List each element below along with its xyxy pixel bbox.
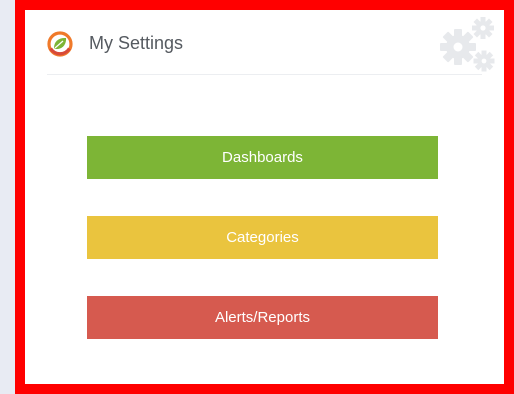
categories-button[interactable]: Categories bbox=[87, 216, 438, 259]
header-divider bbox=[47, 74, 482, 75]
widget-title: My Settings bbox=[89, 33, 184, 53]
alerts-reports-button[interactable]: Alerts/Reports bbox=[87, 296, 438, 339]
gears-icon[interactable] bbox=[434, 13, 498, 73]
leaf-ring-logo-icon bbox=[47, 31, 73, 57]
dashboards-button[interactable]: Dashboards bbox=[87, 136, 438, 179]
widget-header: My Settings bbox=[25, 10, 504, 74]
settings-widget: My Settings Dashboards Categories Alerts… bbox=[15, 0, 514, 394]
